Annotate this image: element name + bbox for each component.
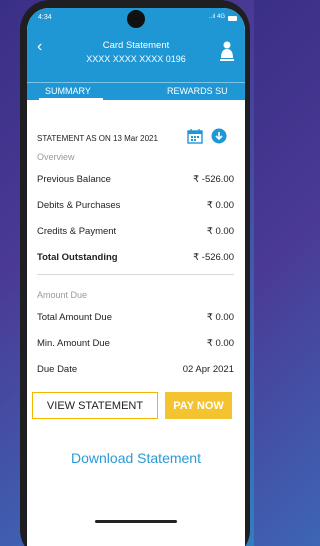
tab-summary[interactable]: SUMMARY bbox=[39, 86, 103, 100]
tab-bar: SUMMARY REWARDS SU bbox=[27, 82, 245, 100]
download-icon[interactable] bbox=[211, 128, 227, 144]
view-statement-button[interactable]: VIEW STATEMENT bbox=[32, 392, 158, 419]
overview-heading-label: Overview bbox=[37, 152, 75, 162]
row-label: Total Amount Due bbox=[37, 312, 112, 323]
row-value: 02 Apr 2021 bbox=[182, 364, 234, 375]
app-screen: 4:34 ..ıl 4G ‹ Card Statement XXXX XXXX … bbox=[27, 8, 245, 546]
download-statement-link[interactable]: Download Statement bbox=[27, 450, 245, 466]
card-number: XXXX XXXX XXXX 0196 bbox=[86, 54, 186, 64]
amount-due-heading-label: Amount Due bbox=[37, 290, 88, 300]
row-label: Credits & Payment bbox=[37, 226, 117, 237]
page-title: Card Statement bbox=[102, 40, 170, 51]
battery-icon bbox=[228, 16, 237, 21]
row-value: ₹ -526.00 bbox=[193, 252, 234, 263]
status-bar: 4:34 ..ıl 4G bbox=[27, 8, 245, 30]
profile-icon[interactable] bbox=[219, 40, 235, 62]
pay-now-button[interactable]: PAY NOW bbox=[165, 392, 232, 419]
row-label: Previous Balance bbox=[37, 174, 111, 185]
camera-cutout bbox=[127, 10, 145, 28]
row-label: Min. Amount Due bbox=[37, 338, 110, 349]
row-label: Total Outstanding bbox=[37, 252, 118, 263]
row-value: ₹ 0.00 bbox=[206, 200, 234, 211]
row-value: ₹ 0.00 bbox=[206, 338, 234, 349]
row-value: ₹ 0.00 bbox=[206, 312, 234, 323]
row-label: Debits & Purchases bbox=[37, 200, 121, 211]
statement-date: STATEMENT AS ON 13 Mar 2021 bbox=[37, 134, 158, 143]
calendar-icon[interactable] bbox=[187, 128, 203, 144]
status-time: 4:34 bbox=[38, 14, 52, 21]
home-indicator[interactable] bbox=[95, 520, 177, 523]
tab-rewards[interactable]: REWARDS SU bbox=[167, 86, 228, 96]
divider bbox=[37, 274, 234, 275]
app-header: ‹ Card Statement XXXX XXXX XXXX 0196 bbox=[27, 30, 245, 82]
row-value: ₹ -526.00 bbox=[193, 174, 234, 185]
row-label: Due Date bbox=[37, 364, 78, 375]
row-value: ₹ 0.00 bbox=[206, 226, 234, 237]
signal-indicator: ..ıl 4G bbox=[208, 14, 225, 20]
